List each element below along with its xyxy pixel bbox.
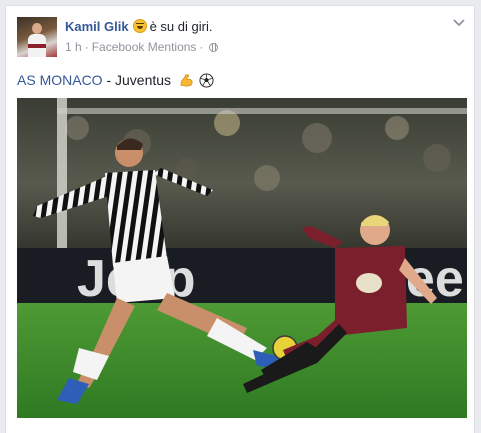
post-header: Kamil Glik è su di giri. bbox=[65, 19, 212, 35]
globe-icon[interactable] bbox=[209, 43, 219, 52]
team-link[interactable]: AS MONACO bbox=[17, 72, 103, 88]
post-photo[interactable]: Jeep Jeep bbox=[17, 98, 467, 418]
avatar-head bbox=[32, 23, 42, 34]
chevron-down-icon[interactable] bbox=[453, 18, 465, 28]
avatar[interactable] bbox=[17, 17, 57, 57]
post-text-rest: - Juventus bbox=[102, 72, 172, 88]
avatar-trim bbox=[28, 44, 46, 48]
flexed-biceps-icon bbox=[180, 74, 193, 87]
post-meta: 1 h · Facebook Mentions · bbox=[65, 40, 219, 54]
post-text: AS MONACO - Juventus bbox=[17, 71, 214, 89]
grinning-face-icon bbox=[132, 19, 147, 33]
feeling-text: è su di giri. bbox=[149, 19, 213, 34]
post-timestamp[interactable]: 1 h bbox=[65, 40, 82, 54]
football-match-photo: Jeep Jeep bbox=[17, 98, 467, 418]
meta-separator: · bbox=[199, 40, 204, 54]
meta-separator: · bbox=[84, 40, 89, 54]
soccer-ball-icon bbox=[199, 73, 214, 88]
author-name[interactable]: Kamil Glik bbox=[65, 19, 129, 34]
post-card: Kamil Glik è su di giri. 1 h · Facebook Men… bbox=[5, 5, 475, 433]
post-source[interactable]: Facebook Mentions bbox=[92, 40, 197, 54]
